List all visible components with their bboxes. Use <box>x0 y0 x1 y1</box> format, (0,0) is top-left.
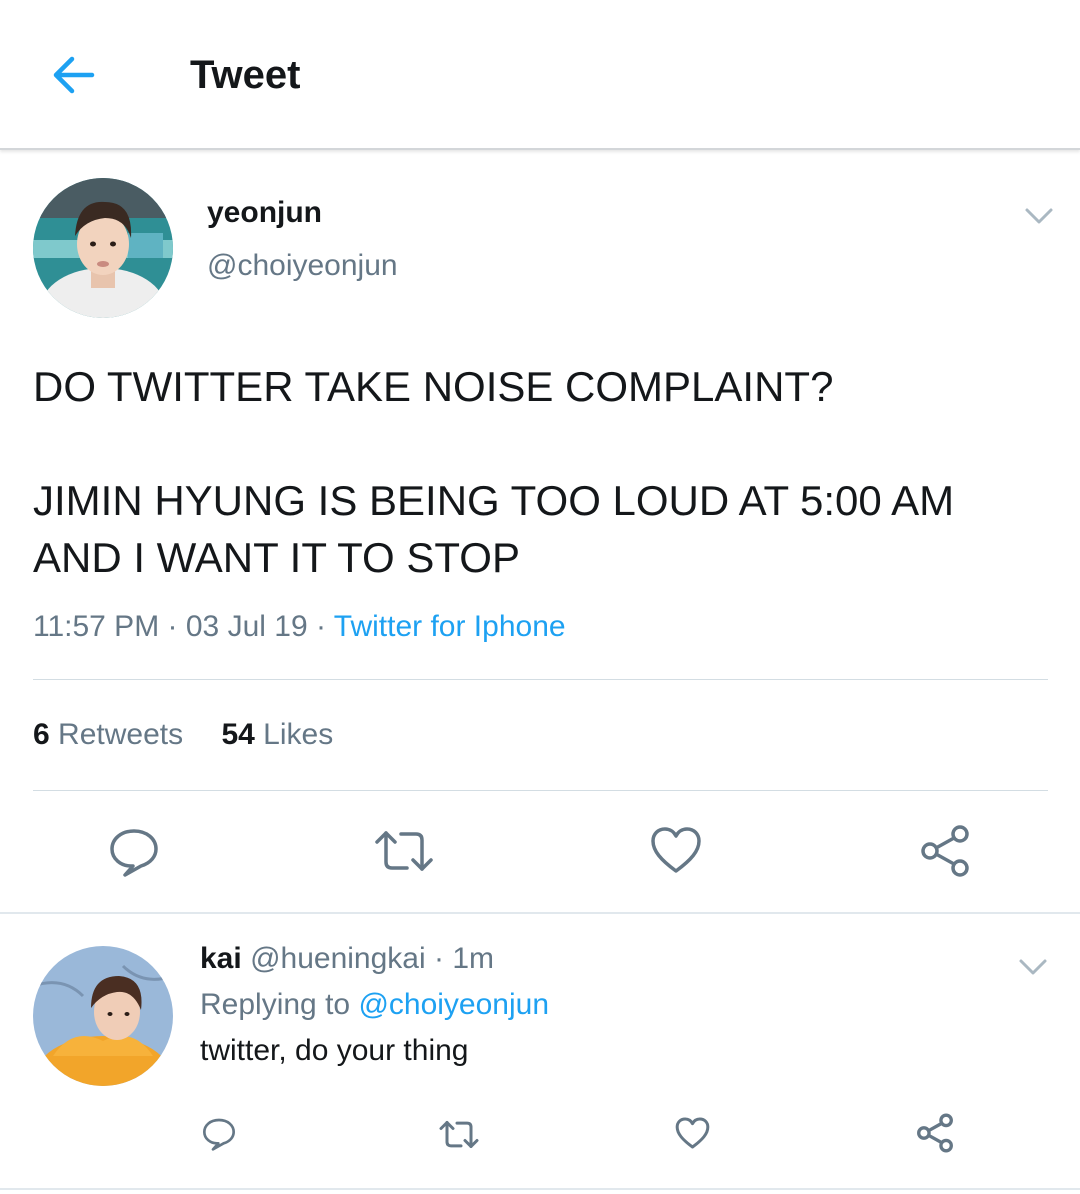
chevron-down-icon <box>1025 208 1053 224</box>
tweet-menu-button[interactable] <box>1024 206 1054 226</box>
divider <box>0 1188 1080 1190</box>
share-icon <box>917 1113 953 1153</box>
retweet-button[interactable] <box>374 828 434 879</box>
reply-header: kai @hueningkai · 1m <box>200 938 494 980</box>
page-title: Tweet <box>190 53 301 97</box>
tweet-text-line: JIMIN HYUNG IS BEING TOO LOUD AT 5:00 AM <box>33 477 955 524</box>
divider <box>33 679 1048 680</box>
likes-stat[interactable]: 54 Likes <box>221 714 333 756</box>
reply-author-name[interactable]: kai <box>200 942 242 975</box>
divider <box>0 912 1080 914</box>
arrow-left-icon <box>53 56 95 94</box>
like-button[interactable] <box>650 826 702 879</box>
meta-separator: · <box>433 942 444 975</box>
retweets-label: Retweets <box>58 718 184 751</box>
replying-to-label: Replying to <box>200 988 351 1021</box>
retweets-stat[interactable]: 6 Retweets <box>33 714 183 756</box>
chevron-down-icon <box>1019 959 1047 975</box>
reply-icon <box>203 1118 235 1151</box>
author-name[interactable]: yeonjun <box>207 193 322 233</box>
reply-retweet-button[interactable] <box>439 1119 479 1155</box>
top-bar: Tweet <box>0 0 1080 150</box>
avatar[interactable] <box>33 946 173 1086</box>
tweet-text: DO TWITTER TAKE NOISE COMPLAINT? JIMIN H… <box>33 358 1043 586</box>
profile-photo-icon <box>33 178 173 318</box>
like-icon <box>675 1117 710 1149</box>
divider <box>33 790 1048 791</box>
retweet-icon <box>375 831 433 871</box>
reply-reply-button[interactable] <box>201 1116 237 1157</box>
reply-like-button[interactable] <box>675 1117 710 1154</box>
share-button[interactable] <box>918 824 972 883</box>
back-button[interactable] <box>48 50 98 100</box>
likes-count: 54 <box>221 718 255 751</box>
tweet-text-line: DO TWITTER TAKE NOISE COMPLAINT? <box>33 363 834 410</box>
reply-author-handle[interactable]: @hueningkai <box>250 942 426 975</box>
like-icon <box>651 827 701 873</box>
reply-menu-button[interactable] <box>1018 957 1048 977</box>
meta-separator: · <box>315 610 326 643</box>
retweet-icon <box>439 1121 479 1148</box>
profile-photo-icon <box>33 946 173 1086</box>
tweet-text-line: AND I WANT IT TO STOP <box>33 534 520 581</box>
reply-share-button[interactable] <box>915 1113 955 1158</box>
tweet-time: 11:57 PM <box>33 610 160 643</box>
replying-to-handle[interactable]: @choiyeonjun <box>358 988 549 1021</box>
tweet-date: 03 Jul 19 <box>185 610 308 643</box>
tweet-stats: 6 Retweets 54 Likes <box>33 714 333 756</box>
replying-to: Replying to @choiyeonjun <box>200 984 549 1026</box>
retweets-count: 6 <box>33 718 50 751</box>
likes-label: Likes <box>263 718 334 751</box>
reply-icon <box>110 829 158 877</box>
meta-separator: · <box>167 610 178 643</box>
tweet-source-link[interactable]: Twitter for Iphone <box>334 610 566 643</box>
author-handle[interactable]: @choiyeonjun <box>207 246 398 286</box>
tweet-meta: 11:57 PM · 03 Jul 19 · Twitter for Iphon… <box>33 606 566 648</box>
reply-button[interactable] <box>107 825 161 884</box>
avatar[interactable] <box>33 178 173 318</box>
reply-time: 1m <box>452 942 495 975</box>
share-icon <box>921 825 969 877</box>
reply-text: twitter, do your thing <box>200 1034 469 1067</box>
